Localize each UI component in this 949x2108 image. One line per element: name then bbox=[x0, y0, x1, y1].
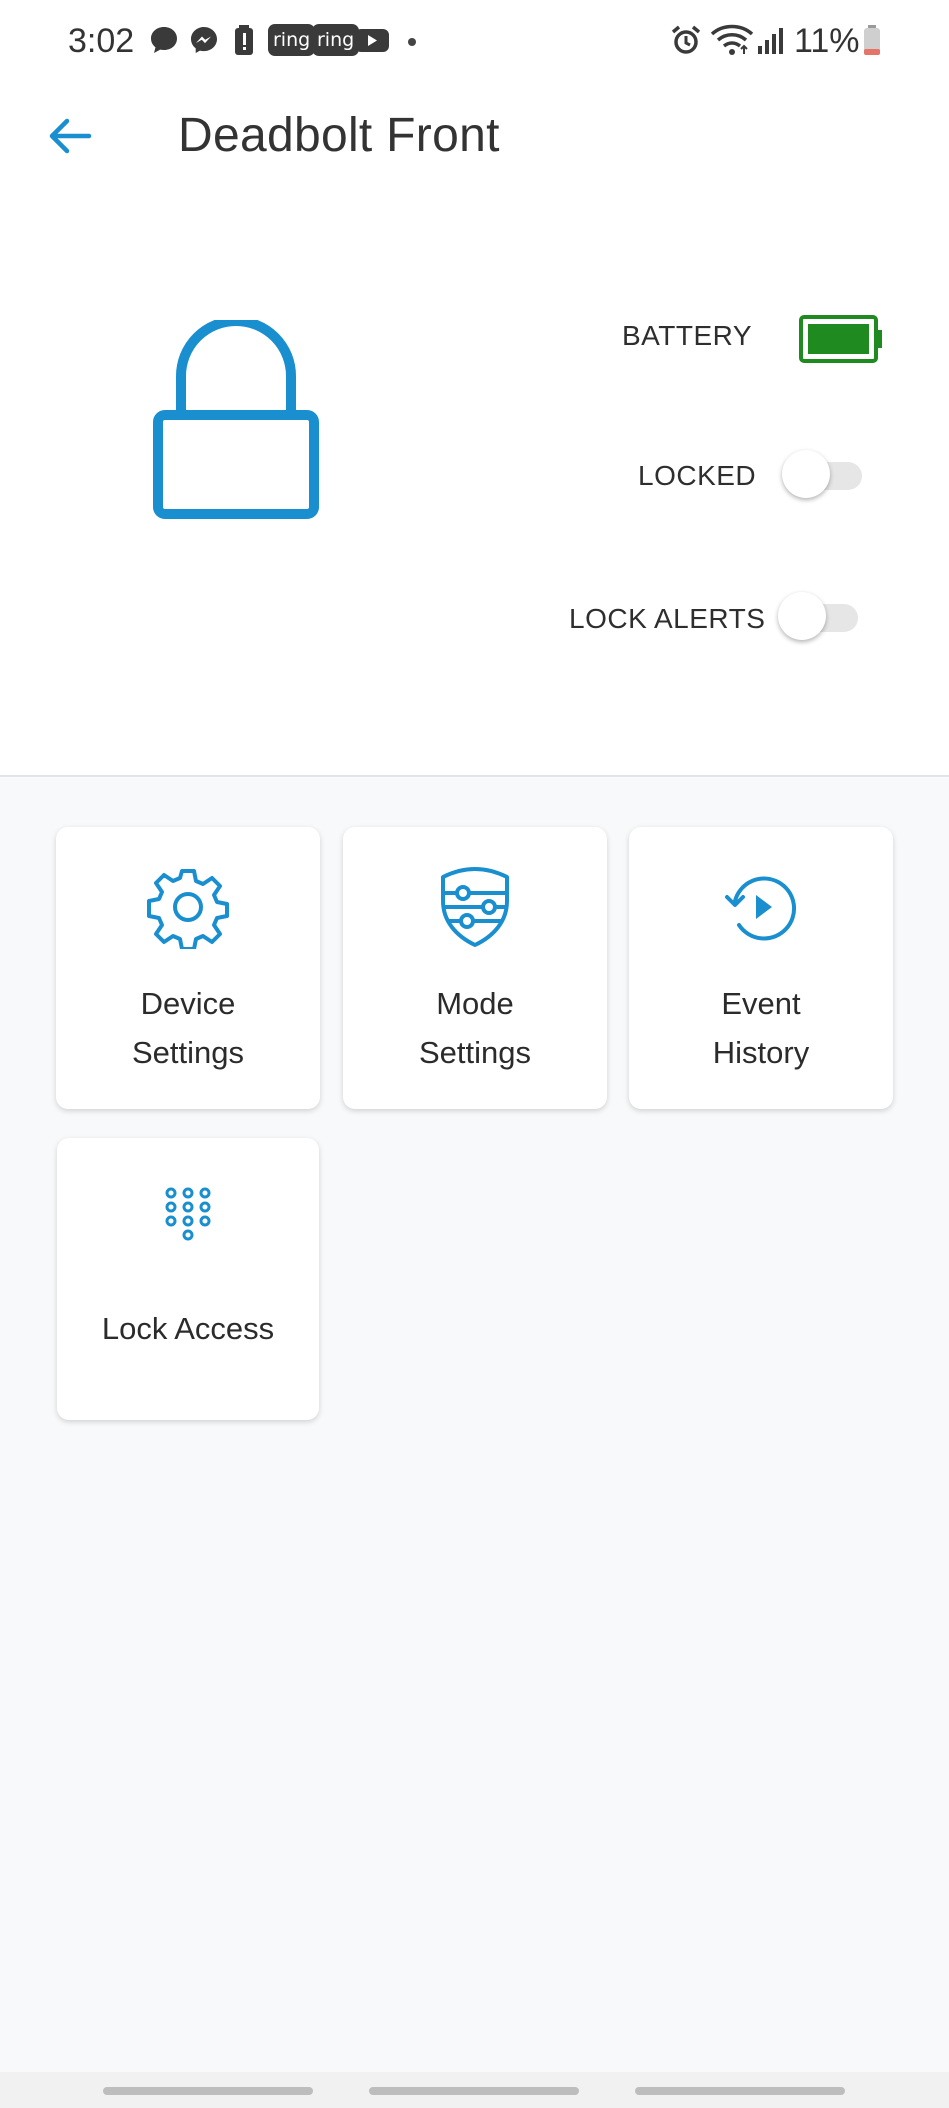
locked-toggle[interactable] bbox=[782, 450, 862, 498]
history-play-icon bbox=[719, 865, 803, 954]
battery-alert-icon bbox=[232, 24, 256, 61]
more-notifications-dot bbox=[408, 38, 416, 46]
event-history-tile[interactable]: Event History bbox=[629, 827, 893, 1109]
locked-label: LOCKED bbox=[638, 460, 757, 491]
status-bar: 3:02 ring ring 11% bbox=[0, 0, 949, 86]
mode-settings-label-line1: Mode bbox=[436, 986, 514, 1021]
youtube-icon bbox=[354, 24, 390, 61]
device-menu-grid: Device Settings Mode Settings Event Hist… bbox=[0, 777, 949, 2072]
battery-low-icon bbox=[862, 24, 882, 61]
shield-sliders-icon bbox=[433, 865, 517, 954]
device-settings-tile[interactable]: Device Settings bbox=[56, 827, 320, 1109]
nav-back-button[interactable] bbox=[635, 2087, 845, 2095]
app-header: Deadbolt Front bbox=[0, 86, 949, 186]
ring-badge-1: ring bbox=[268, 24, 316, 56]
messenger-icon bbox=[188, 24, 220, 61]
event-history-label-line1: Event bbox=[721, 986, 801, 1021]
lock-alerts-toggle[interactable] bbox=[778, 592, 858, 640]
status-time: 3:02 bbox=[68, 22, 135, 60]
gear-icon bbox=[146, 865, 230, 954]
nav-recents-button[interactable] bbox=[103, 2087, 313, 2095]
chat-bubble-icon bbox=[148, 24, 180, 61]
system-nav-bar bbox=[0, 2072, 949, 2108]
device-settings-label-line1: Device bbox=[140, 986, 236, 1021]
lock-alerts-label: LOCK ALERTS bbox=[569, 603, 766, 634]
page-title: Deadbolt Front bbox=[178, 109, 500, 162]
wifi-icon bbox=[710, 24, 754, 61]
padlock-icon bbox=[150, 316, 322, 529]
battery-label: BATTERY bbox=[622, 320, 753, 351]
lock-alerts-toggle-knob bbox=[778, 592, 826, 640]
alarm-icon bbox=[670, 24, 702, 61]
arrow-left-icon bbox=[47, 116, 93, 161]
battery-full-icon bbox=[798, 314, 884, 369]
lock-access-label: Lock Access bbox=[101, 1311, 275, 1346]
keypad-icon bbox=[163, 1186, 213, 1257]
nav-home-button[interactable] bbox=[369, 2087, 579, 2095]
locked-toggle-knob bbox=[782, 450, 830, 498]
ring-badge-2: ring bbox=[312, 24, 360, 56]
mode-settings-tile[interactable]: Mode Settings bbox=[343, 827, 607, 1109]
device-settings-label-line2: Settings bbox=[131, 1035, 244, 1070]
lock-access-tile[interactable]: Lock Access bbox=[57, 1138, 319, 1420]
mode-settings-label-line2: Settings bbox=[418, 1035, 531, 1070]
battery-percent: 11% bbox=[794, 22, 860, 60]
back-button[interactable] bbox=[38, 106, 102, 170]
device-status-panel: BATTERY LOCKED LOCK ALERTS bbox=[0, 186, 949, 777]
signal-icon bbox=[756, 24, 786, 61]
event-history-label-line2: History bbox=[712, 1035, 810, 1070]
